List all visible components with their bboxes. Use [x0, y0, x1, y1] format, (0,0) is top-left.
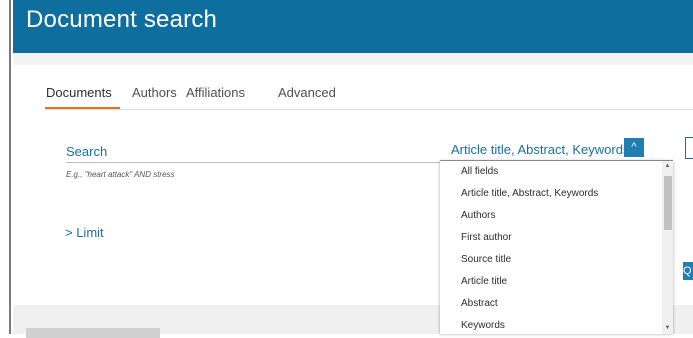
scroll-down-icon[interactable]: ▼ [662, 323, 673, 334]
window-left-border [0, 0, 11, 334]
limit-toggle-link[interactable]: > Limit [65, 225, 104, 240]
page-title: Document search [26, 6, 218, 33]
page-header: Document search [13, 0, 693, 53]
header-subbar [13, 53, 693, 65]
tab-documents[interactable]: Documents [46, 85, 112, 100]
search-submit-button[interactable]: Q [683, 262, 693, 280]
tab-authors[interactable]: Authors [132, 85, 177, 100]
tabs-divider [45, 109, 693, 110]
scroll-thumb[interactable] [664, 176, 672, 230]
search-field-dropdown: All fields Article title, Abstract, Keyw… [440, 161, 673, 334]
scroll-up-icon[interactable]: ▲ [662, 161, 673, 172]
option-all-fields[interactable]: All fields [440, 161, 660, 183]
search-field-options: All fields Article title, Abstract, Keyw… [440, 161, 660, 334]
option-source-title[interactable]: Source title [440, 249, 660, 271]
search-field-selected-value: Article title, Abstract, Keywords [451, 142, 630, 157]
tab-affiliations[interactable]: Affiliations [186, 85, 245, 100]
option-abstract[interactable]: Abstract [440, 293, 660, 315]
option-title-abstract-keywords[interactable]: Article title, Abstract, Keywords [440, 183, 660, 205]
search-field-select[interactable]: Article title, Abstract, Keywords ^ [440, 130, 673, 161]
footer-button[interactable] [26, 328, 160, 338]
option-article-title[interactable]: Article title [440, 271, 660, 293]
option-first-author[interactable]: First author [440, 227, 660, 249]
search-input-label[interactable]: Search [66, 144, 107, 159]
option-keywords[interactable]: Keywords [440, 315, 660, 334]
search-hint: E.g., "heart attack" AND stress [66, 170, 175, 179]
option-authors[interactable]: Authors [440, 205, 660, 227]
right-input-edge[interactable] [685, 137, 693, 159]
tab-advanced[interactable]: Advanced [278, 85, 336, 100]
dropdown-scrollbar[interactable]: ▲ ▼ [662, 161, 673, 334]
chevron-up-icon[interactable]: ^ [624, 138, 644, 157]
search-input[interactable] [66, 162, 446, 163]
